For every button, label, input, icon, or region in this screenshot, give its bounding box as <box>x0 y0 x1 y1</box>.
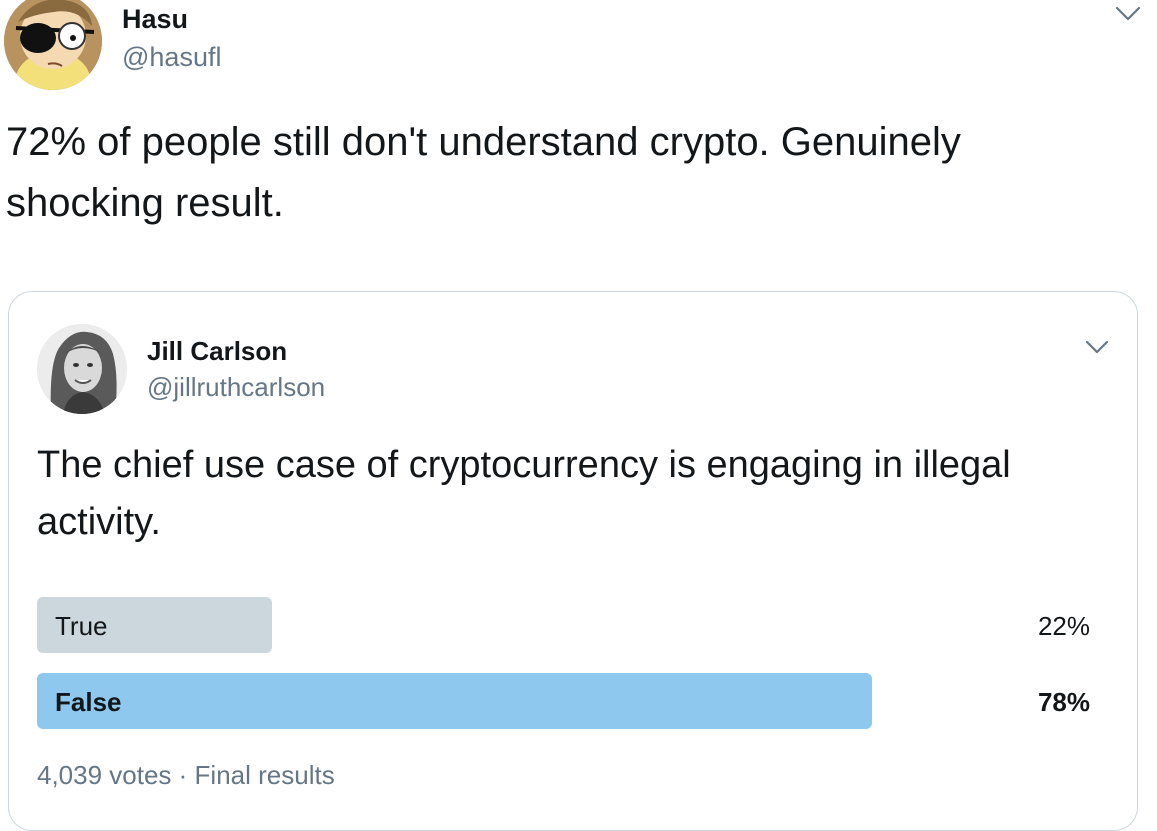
quoted-tweet-text: The chief use case of cryptocurrency is … <box>37 444 1011 543</box>
poll-option-label: True <box>55 611 108 641</box>
poll-meta: 4,039 votes · Final results <box>37 760 335 791</box>
profile-photo-icon[interactable] <box>37 324 127 414</box>
quoted-author-handle[interactable]: @jillruthcarlson <box>147 372 325 403</box>
poll-vote-count: 4,039 votes <box>37 760 172 790</box>
poll-option-label: False <box>55 687 122 717</box>
cartoon-avatar-icon[interactable] <box>4 0 102 90</box>
poll-option-percent: 22% <box>1037 611 1090 641</box>
poll-bar <box>37 673 872 729</box>
chevron-down-icon[interactable] <box>1115 6 1141 22</box>
poll-option-true: True 22% <box>37 597 1090 653</box>
poll-status: Final results <box>194 760 335 790</box>
author-handle[interactable]: @hasufl <box>122 42 221 73</box>
author-name[interactable]: Hasu <box>122 4 188 35</box>
quoted-author-name[interactable]: Jill Carlson <box>147 336 287 367</box>
poll-meta-separator: · <box>171 760 195 790</box>
tweet-text: 72% of people still don't understand cry… <box>6 120 961 225</box>
poll: True 22% False 78% <box>37 597 1090 749</box>
poll-option-percent: 78% <box>1037 687 1090 717</box>
poll-option-false: False 78% <box>37 673 1090 729</box>
chevron-down-icon[interactable] <box>1085 340 1109 355</box>
